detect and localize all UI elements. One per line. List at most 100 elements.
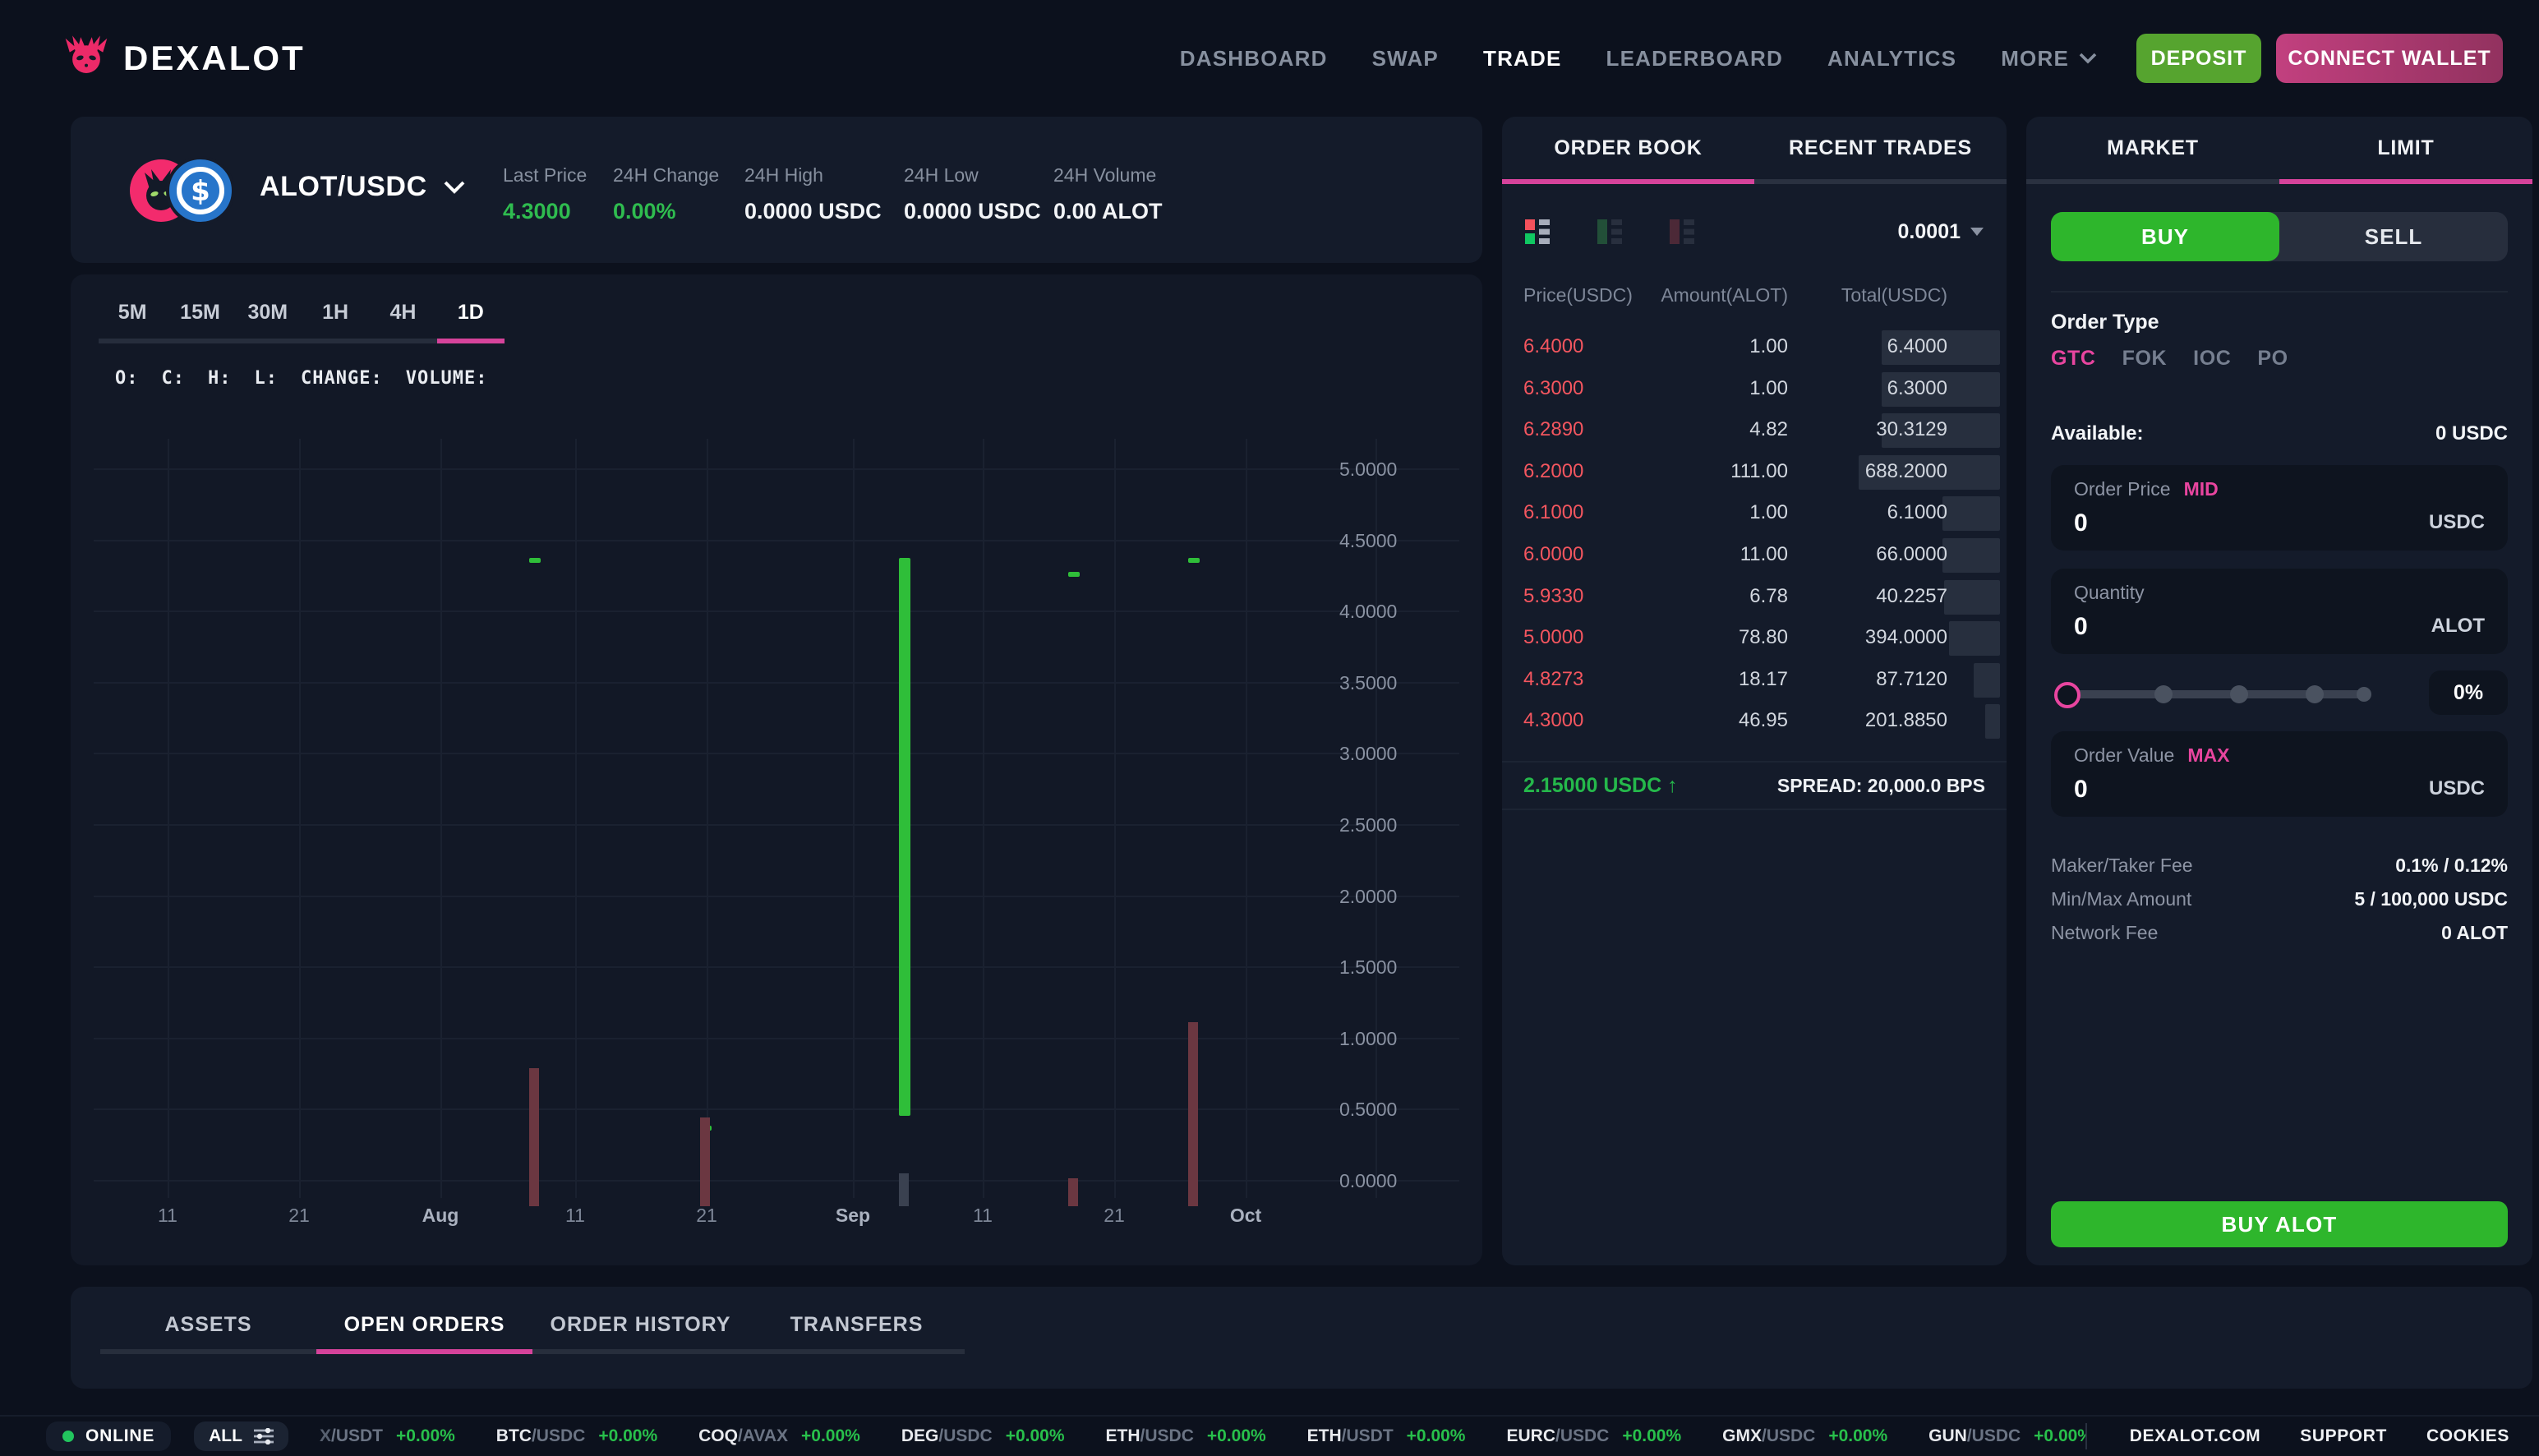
candlestick-chart[interactable]: 5.00004.50004.00003.50003.00002.50002.00…	[71, 274, 1482, 1265]
footer-bar: ONLINE ALL X/USDT+0.00% BTC/USDC+0.00% COQ…	[0, 1415, 2539, 1456]
slider-stop-50[interactable]	[2230, 685, 2248, 703]
ticker-x-usdt[interactable]: X/USDT+0.00%	[320, 1426, 455, 1446]
stat-label: 24H High	[744, 164, 823, 187]
ticker-eurc-usdc[interactable]: EURC/USDC+0.00%	[1506, 1426, 1681, 1446]
nav-item-trade[interactable]: TRADE	[1483, 46, 1562, 71]
filter-sliders-icon	[254, 1428, 274, 1444]
stat-value: 0.00%	[613, 199, 676, 224]
both-sides-view-icon[interactable]	[1525, 219, 1550, 244]
quantity-field[interactable]: Quantity 0 ALOT	[2051, 569, 2508, 654]
sell-side-button[interactable]: SELL	[2279, 212, 2508, 261]
bottom-tab-transfers[interactable]: TRANSFERS	[749, 1300, 965, 1354]
slider-handle[interactable]	[2054, 682, 2081, 708]
max-value-button[interactable]: MAX	[2187, 744, 2229, 767]
slider-stop-25[interactable]	[2154, 685, 2173, 703]
asks-only-view-icon[interactable]	[1670, 219, 1694, 244]
buy-side-button[interactable]: BUY	[2051, 212, 2279, 261]
mid-price-button[interactable]: MID	[2184, 478, 2219, 500]
footer-links: DEXALOT.COM SUPPORT COOKIES	[2085, 1423, 2509, 1449]
bottom-tab-order-history[interactable]: ORDER HISTORY	[532, 1300, 749, 1354]
quantity-input[interactable]: 0	[2074, 613, 2088, 641]
ticker-deg-usdc[interactable]: DEG/USDC+0.00%	[901, 1426, 1065, 1446]
footer-link-cookies[interactable]: COOKIES	[2426, 1426, 2509, 1446]
nav-item-dashboard[interactable]: DASHBOARD	[1180, 46, 1328, 71]
ask-row[interactable]: 6.40001.006.4000	[1502, 327, 2007, 369]
slider-stop-100[interactable]	[2357, 687, 2371, 702]
footer-link-dexalot-com[interactable]: DEXALOT.COM	[2130, 1426, 2260, 1446]
time-gridline	[440, 439, 442, 1198]
ask-row[interactable]: 6.30001.006.3000	[1502, 369, 2007, 411]
order-price-input[interactable]: 0	[2074, 509, 2088, 537]
ask-row[interactable]: 5.000078.80394.0000	[1502, 618, 2007, 660]
order-type-gtc[interactable]: GTC	[2051, 347, 2096, 371]
slider-stop-75[interactable]	[2306, 685, 2324, 703]
ask-total: 6.3000	[1887, 377, 1947, 400]
time-gridline	[853, 439, 855, 1198]
order-value-field[interactable]: Order Value MAX 0 USDC	[2051, 731, 2508, 817]
fee-row-min-max-amount: Min/Max Amount5 / 100,000 USDC	[2051, 888, 2508, 910]
ticker-filter-button[interactable]: ALL	[194, 1421, 288, 1451]
bottom-tab-assets[interactable]: ASSETS	[100, 1300, 316, 1354]
chevron-down-icon	[2079, 53, 2097, 64]
axolotl-logo-icon	[64, 35, 108, 81]
ticker-change: +0.00%	[1006, 1426, 1065, 1446]
ask-price: 6.0000	[1523, 543, 1583, 566]
bottom-tab-open-orders[interactable]: OPEN ORDERS	[316, 1300, 532, 1354]
order-type-ioc[interactable]: IOC	[2193, 347, 2231, 371]
stat-label: Last Price	[503, 164, 587, 187]
order-mode-tab-limit[interactable]: LIMIT	[2279, 117, 2532, 184]
time-gridline	[575, 439, 577, 1198]
order-value-input[interactable]: 0	[2074, 776, 2088, 804]
buy-alot-submit-button[interactable]: BUY ALOT	[2051, 1201, 2508, 1247]
deposit-button[interactable]: DEPOSIT	[2136, 34, 2261, 83]
time-axis-label: 11	[526, 1205, 624, 1227]
orderbook-tab-order-book[interactable]: ORDER BOOK	[1502, 117, 1754, 184]
depth-bar	[1949, 621, 2000, 656]
ticker-pair: GUN/USDC	[1928, 1426, 2021, 1446]
nav-item-leaderboard[interactable]: LEADERBOARD	[1606, 46, 1783, 71]
ask-row[interactable]: 6.28904.8230.3129	[1502, 410, 2007, 452]
ticker-btc-usdc[interactable]: BTC/USDC+0.00%	[496, 1426, 657, 1446]
ticker-filter-label: ALL	[209, 1426, 242, 1446]
time-axis-label: 21	[657, 1205, 756, 1227]
nav-item-analytics[interactable]: ANALYTICS	[1827, 46, 1956, 71]
footer-link-support[interactable]: SUPPORT	[2300, 1426, 2387, 1446]
time-axis-label: Oct	[1196, 1205, 1295, 1227]
order-type-po[interactable]: PO	[2257, 347, 2288, 371]
order-price-field[interactable]: Order Price MID 0 USDC	[2051, 465, 2508, 551]
time-axis-label: Sep	[804, 1205, 902, 1227]
precision-dropdown[interactable]: 0.0001	[1898, 220, 1984, 244]
ask-row[interactable]: 4.827318.1787.7120	[1502, 660, 2007, 702]
order-mode-tab-market[interactable]: MARKET	[2026, 117, 2279, 184]
ask-row[interactable]: 5.93306.7840.2257	[1502, 577, 2007, 619]
fee-label: Min/Max Amount	[2051, 888, 2191, 910]
trade-ticket-panel: MARKETLIMIT BUYSELL Order Type GTCFOKIOC…	[2026, 117, 2532, 1265]
time-axis-label: Aug	[391, 1205, 490, 1227]
connection-status: ONLINE	[46, 1421, 171, 1451]
ask-row[interactable]: 6.2000111.00688.2000	[1502, 452, 2007, 494]
ticker-gmx-usdc[interactable]: GMX/USDC+0.00%	[1722, 1426, 1887, 1446]
col-price: Price(USDC)	[1523, 284, 1633, 306]
ticker-coq-avax[interactable]: COQ/AVAX+0.00%	[698, 1426, 860, 1446]
divider	[2085, 1423, 2087, 1449]
bids-only-view-icon[interactable]	[1597, 219, 1622, 244]
ask-row[interactable]: 6.000011.0066.0000	[1502, 535, 2007, 577]
orderbook-tab-recent-trades[interactable]: RECENT TRADES	[1754, 117, 2007, 184]
trade-page: DEXALOT DASHBOARD SWAP TRADE LEADERBOARD ANA…	[0, 0, 2539, 1456]
ask-row[interactable]: 4.300046.95201.8850	[1502, 701, 2007, 743]
nav-item-swap[interactable]: SWAP	[1372, 46, 1439, 71]
order-type-fok[interactable]: FOK	[2122, 347, 2168, 371]
ask-total: 40.2257	[1876, 585, 1947, 608]
ticker-eth-usdc[interactable]: ETH/USDC+0.00%	[1106, 1426, 1266, 1446]
ask-row[interactable]: 6.10001.006.1000	[1502, 493, 2007, 535]
connect-wallet-button[interactable]: CONNECT WALLET	[2276, 34, 2503, 83]
fee-value: 0 ALOT	[2441, 922, 2508, 944]
ask-price: 4.3000	[1523, 709, 1583, 732]
nav-item-more[interactable]: MORE	[2001, 46, 2097, 71]
ticker-change: +0.00%	[1828, 1426, 1887, 1446]
ticker-gun-usdc[interactable]: GUN/USDC+0.00%	[1928, 1426, 2085, 1446]
dexalot-logo[interactable]: DEXALOT	[64, 35, 306, 81]
pair-selector[interactable]: ALOT/USDC	[260, 171, 465, 203]
ticker-eth-usdt[interactable]: ETH/USDT+0.00%	[1307, 1426, 1466, 1446]
time-axis-label: 21	[1065, 1205, 1164, 1227]
